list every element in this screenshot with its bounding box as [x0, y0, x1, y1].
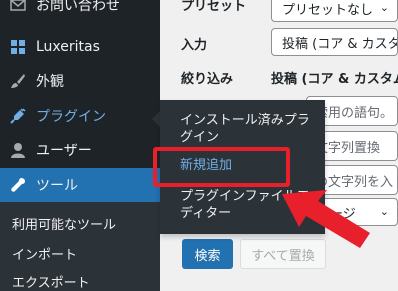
annotation-arrow-icon: [282, 190, 370, 248]
